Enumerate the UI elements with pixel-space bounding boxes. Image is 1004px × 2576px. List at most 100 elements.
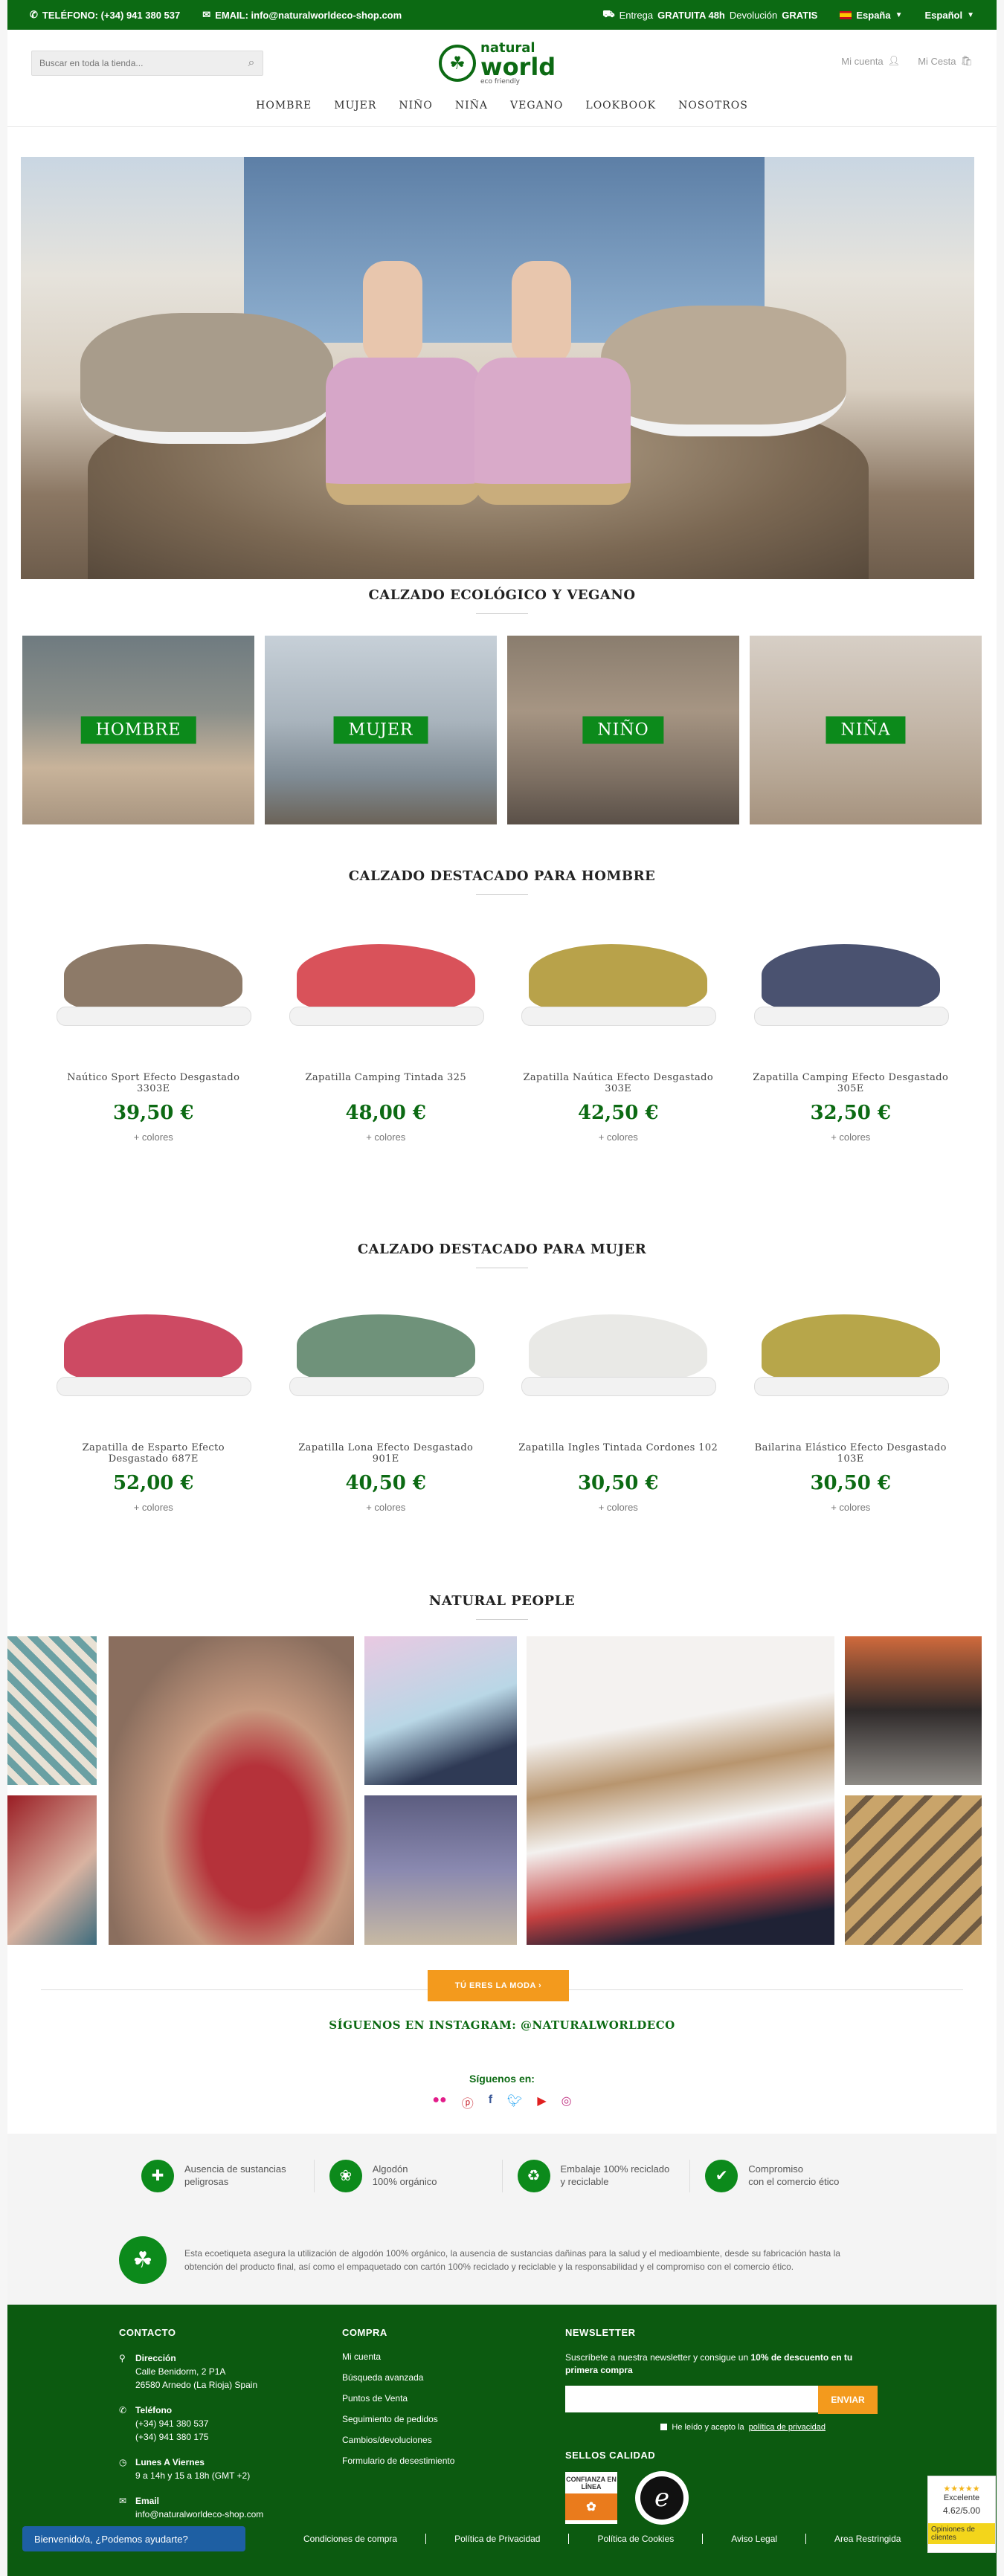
twitter-icon[interactable]: 🐦︎ [507,2094,522,2111]
page: ✆ TELÉFONO: (+34) 941 380 537 ✉ EMAIL: inf… [7,0,997,2576]
product-image[interactable] [753,1314,949,1396]
product-name[interactable]: Zapatilla Naútica Efecto Desgastado 303E [502,1072,735,1096]
product-name[interactable]: Bailarina Elástico Efecto Desgastado 103… [735,1442,968,1466]
footer-link-withdrawal[interactable]: Formulario de desestimiento [342,2456,513,2466]
product-price: 39,50 € [112,1102,194,1124]
gallery-photo[interactable] [845,1795,982,1945]
gallery-photo[interactable] [845,1636,982,1785]
product-image[interactable] [289,1314,484,1396]
flickr-icon[interactable]: ●● [432,2094,446,2111]
product-image[interactable] [521,944,717,1026]
gallery-photo[interactable] [7,1795,97,1945]
nav-item-mujer[interactable]: MUJER [334,100,376,112]
product-name[interactable]: Zapatilla Camping Tintada 325 [270,1072,503,1096]
link-restricted[interactable]: Area Restringida [805,2534,929,2544]
product-image[interactable] [57,944,252,1026]
social-links: ●● ⓟ f 🐦︎ ▶ ◎ [7,2094,997,2111]
facebook-icon[interactable]: f [489,2094,492,2111]
newsletter-email-input[interactable] [565,2385,818,2412]
confianza-online-seal[interactable]: CONFIANZA EN LÍNEA ✿ [565,2471,617,2524]
product-card[interactable]: Zapatilla Lona Efecto Desgastado 901E 40… [270,1285,503,1513]
more-colors-link[interactable]: + colores [37,1132,270,1143]
gallery-photo[interactable] [109,1636,354,1945]
chevron-down-icon: ▼ [967,10,974,19]
product-name[interactable]: Zapatilla de Esparto Efecto Desgastado 6… [37,1442,270,1466]
privacy-policy-link[interactable]: política de privacidad [749,2423,826,2432]
pinterest-icon[interactable]: ⓟ [462,2094,474,2111]
logo[interactable]: ☘ natural world eco friendly [439,40,558,86]
gallery-photo[interactable] [527,1636,834,1945]
chevron-down-icon: ▼ [895,10,903,19]
link-legal[interactable]: Aviso Legal [702,2534,805,2544]
search-input[interactable] [32,58,240,68]
hero-banner[interactable] [21,157,974,579]
product-card[interactable]: Zapatilla Ingles Tintada Cordones 102 30… [502,1285,735,1513]
product-image[interactable] [753,944,949,1026]
category-tile-nino[interactable]: NIÑO [507,636,739,824]
product-name[interactable]: Zapatilla Lona Efecto Desgastado 901E [270,1442,503,1466]
product-name[interactable]: Zapatilla Ingles Tintada Cordones 102 [502,1442,735,1466]
gallery-photo[interactable] [7,1636,97,1785]
product-card[interactable]: Bailarina Elástico Efecto Desgastado 103… [735,1285,968,1513]
more-colors-link[interactable]: + colores [270,1502,503,1513]
product-name[interactable]: Naútico Sport Efecto Desgastado 3303E [37,1072,270,1096]
section-title-men: CALZADO DESTACADO PARA HOMBRE [7,868,997,895]
product-card[interactable]: Naútico Sport Efecto Desgastado 3303E 39… [37,914,270,1143]
category-tile-hombre[interactable]: HOMBRE [22,636,254,824]
search-icon[interactable]: ⌕ [240,57,263,70]
link-cookies[interactable]: Política de Cookies [568,2534,702,2544]
footer-link-returns[interactable]: Cambios/devoluciones [342,2435,513,2445]
product-card[interactable]: Zapatilla Camping Tintada 325 48,00 € + … [270,914,503,1143]
nav-item-nosotros[interactable]: NOSOTROS [678,100,748,112]
nav-item-nina[interactable]: NIÑA [455,100,488,112]
product-card[interactable]: Zapatilla Naútica Efecto Desgastado 303E… [502,914,735,1143]
product-name[interactable]: Zapatilla Camping Efecto Desgastado 305E [735,1072,968,1096]
country-selector[interactable]: España ▼ [840,10,903,21]
email-info[interactable]: ✉ EMAIL: info@naturalworldeco-shop.com [202,9,402,21]
gallery-photo[interactable] [364,1636,517,1785]
newsletter-submit-button[interactable]: ENVIAR [818,2385,878,2414]
link-terms[interactable]: Condiciones de compra [275,2534,425,2544]
category-tile-mujer[interactable]: MUJER [265,636,497,824]
product-card[interactable]: Zapatilla de Esparto Efecto Desgastado 6… [37,1285,270,1513]
product-image[interactable] [521,1314,717,1396]
instagram-link[interactable]: SÍGUENOS EN INSTAGRAM: @NATURALWORLDECO [7,2018,997,2032]
location-icon: ⚲ [119,2353,126,2363]
account-link[interactable]: Mi cuenta 👤︎ [841,55,900,67]
nav-item-hombre[interactable]: HOMBRE [256,100,312,112]
feature-list: ✚ Ausencia de sustancias peligrosas ❀ Algod… [126,2160,878,2192]
footer-link-tracking[interactable]: Seguimiento de pedidos [342,2414,513,2424]
instagram-icon[interactable]: ◎ [561,2094,572,2111]
more-colors-link[interactable]: + colores [37,1502,270,1513]
product-image[interactable] [289,944,484,1026]
basket-link[interactable]: Mi Cesta 🛍︎ [918,55,973,67]
gallery-photo[interactable] [364,1795,517,1945]
link-privacy[interactable]: Política de Privacidad [425,2534,568,2544]
nav-item-nino[interactable]: NIÑO [399,100,433,112]
phone-info[interactable]: ✆ TELÉFONO: (+34) 941 380 537 [30,9,180,21]
footer-email-link[interactable]: info@naturalworldeco-shop.com [135,2509,263,2519]
truck-icon: ⛟ [602,8,615,19]
product-image[interactable] [57,1314,252,1396]
fashion-cta-button[interactable]: TÚ ERES LA MODA › [428,1970,569,2001]
privacy-checkbox[interactable] [660,2424,668,2431]
footer-link-account[interactable]: Mi cuenta [342,2351,513,2362]
footer-link-search[interactable]: Búsqueda avanzada [342,2372,513,2383]
youtube-icon[interactable]: ▶ [537,2094,546,2111]
footer-link-stores[interactable]: Puntos de Venta [342,2393,513,2404]
more-colors-link[interactable]: + colores [270,1132,503,1143]
follow-us-label: Síguenos en: [469,2073,535,2085]
chat-widget[interactable]: Bienvenido/a, ¿Podemos ayudarte? [22,2526,245,2551]
trust-widget[interactable]: ★★★★★ Excelente 4.62/5.00 Opiniones de c… [927,2476,996,2553]
spain-flag-icon [840,10,852,19]
more-colors-link[interactable]: + colores [735,1132,968,1143]
nav-item-lookbook[interactable]: LOOKBOOK [585,100,656,112]
more-colors-link[interactable]: + colores [502,1132,735,1143]
more-colors-link[interactable]: + colores [735,1502,968,1513]
nav-item-vegano[interactable]: VEGANO [510,100,563,112]
product-card[interactable]: Zapatilla Camping Efecto Desgastado 305E… [735,914,968,1143]
more-colors-link[interactable]: + colores [502,1502,735,1513]
language-selector[interactable]: Español ▼ [925,10,974,21]
category-tile-nina[interactable]: NIÑA [750,636,982,824]
trusted-shops-seal[interactable]: e [635,2470,689,2525]
